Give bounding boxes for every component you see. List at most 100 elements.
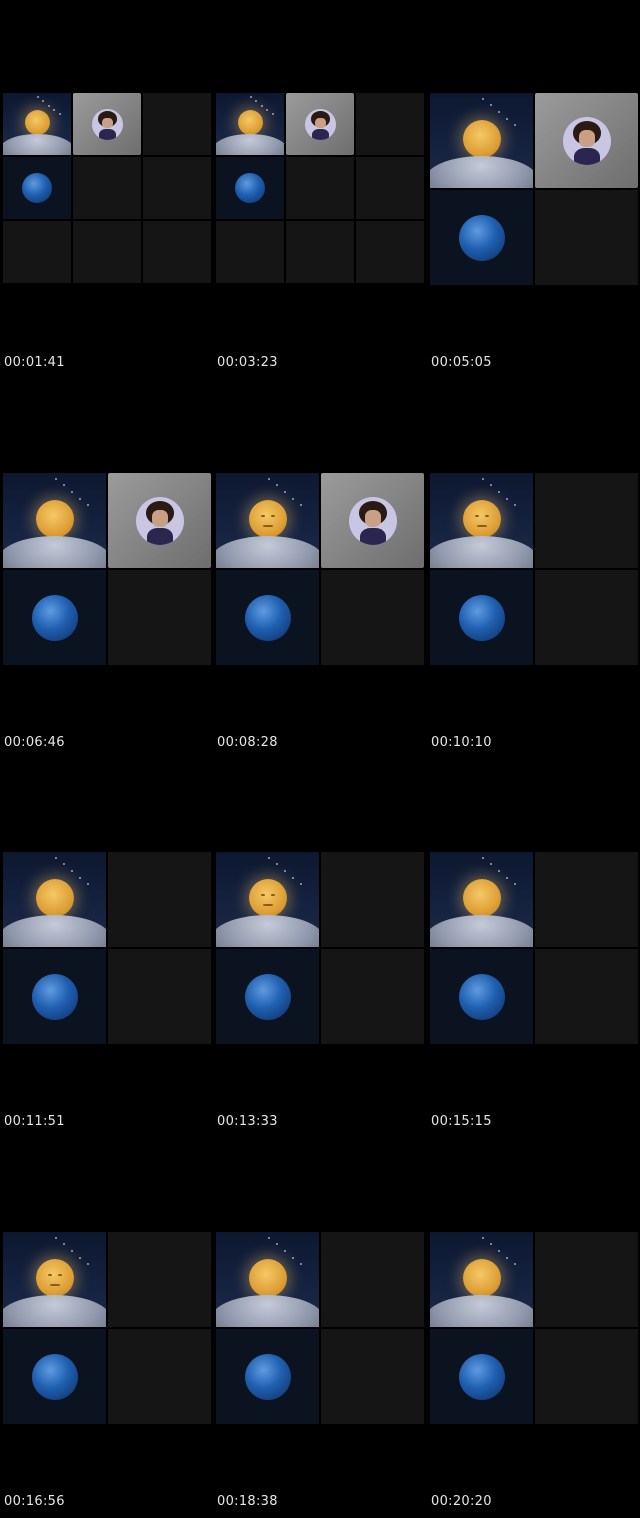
moon-disc [463,879,501,917]
star-dot [87,1263,90,1266]
star-dot [62,484,65,487]
empty-tile [535,190,638,285]
moon-over-clouds-icon [430,93,533,188]
star-dot [292,876,295,879]
star-dot [255,100,258,103]
globe-sphere [22,173,52,203]
star-dot [283,491,286,494]
star-dot [489,863,492,866]
star-dot [275,1243,278,1246]
moon-over-clouds-icon [3,852,106,947]
star-dot [260,104,263,107]
earth-globe-icon [216,570,319,665]
avatar-face [315,117,326,129]
user-avatar-icon [108,473,211,568]
cloud-bank [3,134,71,155]
avatar-face [102,117,113,129]
user-avatar-icon [286,93,354,155]
star-dot [54,856,57,859]
moon-eye [271,515,275,518]
frame-timestamp: 00:06:46 [4,735,65,750]
moon-disc [463,500,501,538]
avatar-shirt [573,147,601,165]
moon-mouth [263,525,273,527]
star-dot [497,870,500,873]
star-dot [267,1236,270,1239]
star-dot [70,491,73,494]
frame-timestamp: 00:10:10 [431,735,492,750]
star-dot [79,497,82,500]
cloud-bank [216,1295,319,1327]
cloud-bank [216,536,319,568]
moon-over-clouds-icon [430,852,533,947]
star-dot [87,883,90,886]
moon-disc [249,500,287,538]
earth-globe-icon [3,570,106,665]
moon-over-clouds-icon [216,93,284,155]
cloud-bank [3,536,106,568]
empty-tile [108,1329,211,1424]
star-dot [292,1256,295,1259]
cloud-bank [3,915,106,947]
cloud-bank [430,1295,533,1327]
star-dot [497,1250,500,1253]
frame-timestamp: 00:08:28 [217,735,278,750]
globe-sphere [459,595,505,641]
moon-over-clouds-icon [216,473,319,568]
globe-sphere [235,173,265,203]
moon-mouth [477,525,487,527]
star-dot [37,96,39,99]
star-dot [70,870,73,873]
frame-timestamp: 00:18:38 [217,1494,278,1509]
user-avatar-icon [321,473,424,568]
star-dot [481,97,484,100]
avatar-shirt [146,527,174,545]
moon-over-clouds-icon [216,1232,319,1327]
frame-timestamp: 00:05:05 [431,355,492,370]
moon-over-clouds-icon [216,852,319,947]
avatar-disc [563,117,611,165]
cloud-bank [216,134,284,155]
star-dot [267,477,270,480]
earth-globe-icon [430,570,533,665]
moon-eye [475,515,479,518]
star-dot [275,863,278,866]
globe-sphere [32,974,78,1020]
empty-tile [108,1232,211,1327]
globe-sphere [459,215,505,261]
avatar-disc [305,109,336,140]
empty-tile [321,1232,424,1327]
moon-disc [463,1259,501,1297]
empty-tile [143,157,211,219]
star-dot [514,124,517,127]
earth-globe-icon [3,949,106,1044]
moon-disc [36,500,74,538]
cloud-bank [430,536,533,568]
star-dot [506,497,509,500]
empty-tile [356,221,424,283]
empty-tile [321,852,424,947]
earth-globe-icon [430,1329,533,1424]
star-dot [497,111,500,114]
star-dot [275,484,278,487]
empty-tile [108,949,211,1044]
empty-tile [535,852,638,947]
avatar-shirt [311,128,330,140]
earth-globe-icon [3,1329,106,1424]
moon-over-clouds-icon [430,473,533,568]
star-dot [54,477,57,480]
globe-sphere [245,974,291,1020]
star-dot [489,484,492,487]
cloud-bank [216,915,319,947]
moon-disc [36,1259,74,1297]
moon-disc [238,110,263,135]
empty-tile [535,570,638,665]
moon-over-clouds-icon [3,473,106,568]
empty-tile [143,93,211,155]
moon-over-clouds-icon [3,1232,106,1327]
frame-timestamp: 00:01:41 [4,355,65,370]
moon-eye [58,1274,62,1277]
earth-globe-icon [430,949,533,1044]
earth-globe-icon [430,190,533,285]
moon-eye [261,515,265,518]
